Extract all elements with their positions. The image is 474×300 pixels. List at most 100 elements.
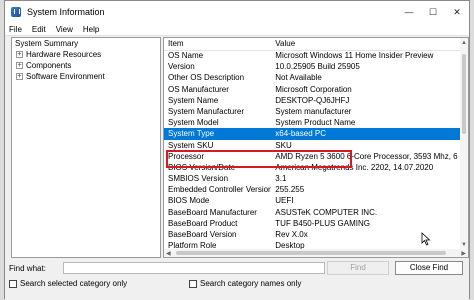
- row-value-cell: 255.255: [275, 185, 305, 195]
- table-row[interactable]: OS Name Microsoft Windows 11 Home Insider…: [164, 50, 460, 61]
- tree-item-label: Software Environment: [26, 72, 105, 81]
- row-item-cell: BaseBoard Manufacturer: [168, 207, 257, 217]
- find-button[interactable]: Find: [327, 261, 389, 275]
- mouse-cursor-icon: [421, 232, 431, 246]
- details-rows: OS Name Microsoft Windows 11 Home Insider…: [164, 50, 460, 251]
- row-value-cell: DESKTOP-QJ6JHFJ: [275, 95, 350, 105]
- expand-icon[interactable]: +: [16, 73, 23, 80]
- row-value-cell: SKU: [275, 140, 292, 150]
- vertical-scroll-thumb[interactable]: [462, 54, 466, 134]
- menu-edit[interactable]: Edit: [32, 25, 46, 34]
- row-item-cell: Processor: [168, 151, 205, 161]
- maximize-button[interactable]: ☐: [421, 1, 445, 23]
- row-value-cell: American Megatrends Inc. 2202, 14.07.202…: [275, 162, 434, 172]
- row-item-cell: System Manufacturer: [168, 106, 245, 116]
- row-item-cell: OS Name: [168, 51, 204, 60]
- row-item-cell: BIOS Mode: [168, 196, 210, 206]
- row-item-cell: SMBIOS Version: [168, 174, 229, 184]
- tree-item-components[interactable]: + Components: [12, 60, 160, 71]
- menu-help[interactable]: Help: [83, 25, 99, 34]
- row-item-cell: Embedded Controller Version: [168, 185, 272, 195]
- close-window-button[interactable]: ✕: [445, 1, 469, 23]
- scroll-left-icon[interactable]: ◀: [166, 250, 171, 257]
- table-row[interactable]: System Name DESKTOP-QJ6JHFJ: [164, 95, 460, 106]
- expand-icon[interactable]: +: [16, 51, 23, 58]
- minimize-button[interactable]: —: [397, 1, 421, 23]
- search-selected-category-label: Search selected category only: [20, 279, 128, 288]
- category-tree: System Summary + Hardware Resources + Co…: [11, 37, 161, 258]
- row-value-cell: UEFI: [275, 196, 294, 206]
- tree-item-system-summary[interactable]: System Summary: [12, 38, 160, 49]
- menu-view[interactable]: View: [56, 25, 73, 34]
- details-list: Item Value OS Name Microsoft Windows 11 H…: [163, 37, 469, 258]
- vertical-scrollbar[interactable]: ▲ ▼: [460, 38, 468, 250]
- row-item-cell: BIOS Version/Date: [168, 162, 236, 172]
- find-what-label: Find what:: [9, 264, 46, 273]
- table-row[interactable]: SMBIOS Version 3.1: [164, 173, 460, 184]
- row-item-cell: BaseBoard Version: [168, 230, 237, 239]
- system-information-app-icon: [11, 7, 21, 17]
- table-row[interactable]: BaseBoard Manufacturer ASUSTeK COMPUTER I…: [164, 207, 460, 218]
- row-item-cell: BaseBoard Product: [168, 218, 238, 228]
- scroll-up-icon[interactable]: ▲: [461, 40, 467, 46]
- search-category-names-checkbox-row[interactable]: Search category names only: [189, 279, 301, 288]
- row-value-cell: TUF B450-PLUS GAMING: [275, 218, 370, 228]
- search-category-names-label: Search category names only: [200, 279, 302, 288]
- table-row[interactable]: Other OS Description Not Available: [164, 72, 460, 83]
- table-row[interactable]: Processor AMD Ryzen 5 3600 6-Core Process…: [164, 151, 460, 162]
- row-value-cell: 10.0.25905 Build 25905: [275, 62, 360, 72]
- table-row[interactable]: System Type x64-based PC: [164, 128, 460, 140]
- table-row[interactable]: OS Manufacturer Microsoft Corporation: [164, 84, 460, 95]
- window-controls: — ☐ ✕: [397, 1, 469, 23]
- row-value-cell: Rev X.0x: [275, 230, 308, 239]
- row-value-cell: x64-based PC: [275, 129, 326, 139]
- row-value-cell: Not Available: [275, 73, 322, 83]
- menu-bar: File Edit View Help: [5, 23, 469, 36]
- table-row[interactable]: System SKU SKU: [164, 140, 460, 151]
- row-item-cell: OS Manufacturer: [168, 84, 229, 94]
- search-selected-category-checkbox-row[interactable]: Search selected category only: [9, 279, 127, 288]
- row-item-cell: Other OS Description: [168, 73, 245, 83]
- horizontal-scroll-thumb[interactable]: [176, 251, 446, 255]
- row-value-cell: AMD Ryzen 5 3600 6-Core Processor, 3593 …: [275, 151, 460, 161]
- find-bar: Find what: Find Close Find Search select…: [5, 260, 469, 300]
- tree-item-software-environment[interactable]: + Software Environment: [12, 71, 160, 82]
- row-value-cell: 3.1: [275, 174, 287, 184]
- table-row[interactable]: BIOS Mode UEFI: [164, 195, 460, 206]
- row-item-cell: System Model: [168, 118, 219, 128]
- expand-icon[interactable]: +: [16, 62, 23, 69]
- close-find-button[interactable]: Close Find: [395, 261, 463, 275]
- row-item-cell: System SKU: [168, 140, 214, 150]
- row-item-cell: System Name: [168, 95, 219, 105]
- system-information-window: System Information — ☐ ✕ File Edit View …: [4, 0, 470, 300]
- table-row[interactable]: System Model System Product Name: [164, 117, 460, 128]
- row-value-cell: System Product Name: [275, 118, 356, 128]
- title-bar: System Information — ☐ ✕: [5, 1, 469, 23]
- tree-item-label: Components: [26, 61, 72, 70]
- scroll-right-icon[interactable]: ▶: [461, 250, 466, 257]
- search-selected-category-checkbox[interactable]: [9, 279, 17, 288]
- find-input[interactable]: [63, 262, 325, 274]
- table-row[interactable]: BaseBoard Product TUF B450-PLUS GAMING: [164, 218, 460, 229]
- tree-item-hardware-resources[interactable]: + Hardware Resources: [12, 49, 160, 60]
- row-value-cell: Microsoft Windows 11 Home Insider Previe…: [275, 51, 434, 60]
- table-row[interactable]: Embedded Controller Version 255.255: [164, 184, 460, 195]
- row-item-cell: System Type: [168, 129, 215, 139]
- scroll-down-icon[interactable]: ▼: [461, 242, 467, 248]
- menu-file[interactable]: File: [9, 25, 22, 34]
- row-item-cell: Version: [168, 62, 195, 72]
- window-title: System Information: [27, 7, 105, 17]
- table-row[interactable]: BaseBoard Version Rev X.0x: [164, 229, 460, 240]
- row-value-cell: ASUSTeK COMPUTER INC.: [275, 207, 378, 217]
- column-header-value[interactable]: Value: [271, 38, 460, 50]
- row-value-cell: Microsoft Corporation: [275, 84, 352, 94]
- tree-item-label: System Summary: [15, 39, 79, 48]
- table-row[interactable]: BIOS Version/Date American Megatrends Inc…: [164, 162, 460, 173]
- search-category-names-checkbox[interactable]: [189, 279, 197, 288]
- table-row[interactable]: Version 10.0.25905 Build 25905: [164, 61, 460, 72]
- column-header-item[interactable]: Item: [164, 38, 271, 50]
- table-row[interactable]: System Manufacturer System manufacturer: [164, 106, 460, 117]
- tree-item-label: Hardware Resources: [26, 50, 102, 59]
- row-value-cell: System manufacturer: [275, 106, 352, 116]
- horizontal-scrollbar[interactable]: ◀ ▶: [164, 249, 468, 257]
